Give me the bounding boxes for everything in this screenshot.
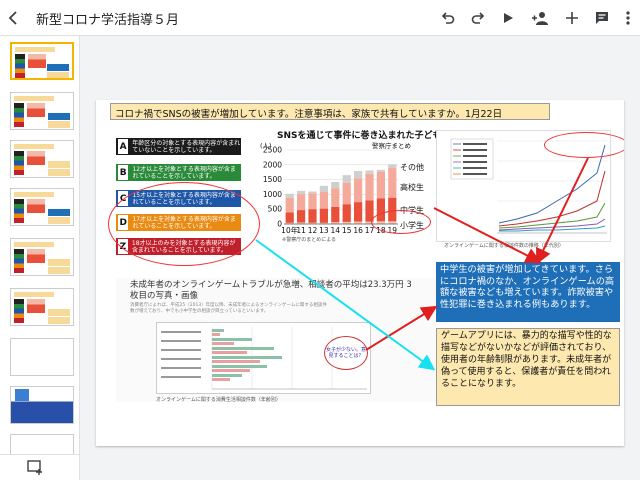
bar-segment bbox=[353, 178, 363, 203]
bar-segment bbox=[365, 173, 374, 201]
slides-app: 新型コロナ学活指導５月 1 bbox=[0, 0, 640, 480]
red-ellipse-annotation[interactable] bbox=[108, 182, 260, 266]
legend-item: その他 bbox=[400, 163, 424, 172]
bar-segment bbox=[365, 170, 374, 174]
cero-rating-icon: A bbox=[118, 139, 129, 154]
filmstrip-footer bbox=[0, 454, 80, 480]
x-tick-label: 11 bbox=[296, 226, 306, 235]
bar-segment bbox=[388, 168, 397, 198]
x-tick-label: 13 bbox=[319, 226, 329, 235]
bar-segment bbox=[285, 193, 294, 198]
hbar-caption: オンラインゲームに関する消費生活相談件数（年齢別） bbox=[156, 397, 281, 403]
y-tick-label: 2000 bbox=[263, 160, 282, 169]
cero-rating-icon: B bbox=[118, 165, 129, 180]
bar-segment bbox=[342, 204, 351, 222]
slide-thumbnail[interactable]: 1 bbox=[10, 42, 74, 80]
rating-label: 年齢区分の対象とする表現内容が含まれていないことを示しています。 bbox=[132, 139, 241, 154]
slide-title-box[interactable]: コロナ禍でSNSの被害が増加しています。注意事項は、家族で共有していますか。1月… bbox=[110, 103, 550, 120]
slide-thumbnail[interactable] bbox=[10, 188, 74, 226]
bar-segment bbox=[388, 164, 397, 169]
bar-segment bbox=[331, 188, 340, 207]
bar-segment bbox=[376, 171, 386, 199]
rating-row-a: A 年齢区分の対象とする表現内容が含まれていないことを示しています。 bbox=[116, 138, 241, 155]
add-person-icon[interactable] bbox=[526, 4, 554, 32]
x-tick-label: 15 bbox=[342, 226, 352, 235]
y-tick-label: 500 bbox=[268, 205, 283, 214]
bar-segment bbox=[331, 206, 340, 223]
rating-row-b: B 12才以上を対象とする表現内容が含まれていることを示しています。 bbox=[116, 164, 241, 181]
bar-segment bbox=[376, 169, 386, 172]
back-arrow-icon[interactable] bbox=[0, 4, 28, 32]
bar-segment bbox=[342, 182, 351, 205]
top-toolbar: 新型コロナ学活指導５月 bbox=[0, 0, 640, 36]
bar-segment bbox=[342, 175, 351, 183]
bar-segment bbox=[308, 193, 317, 210]
slide-filmstrip[interactable]: 1 bbox=[0, 36, 80, 454]
y-tick-label: 2500 bbox=[263, 146, 282, 155]
more-vert-icon[interactable] bbox=[614, 4, 640, 32]
blue-textbox[interactable]: 中学生の被害が増加してきています。さらにコロナ禍のなか、オンラインゲームの高額な… bbox=[436, 262, 620, 322]
x-tick-label: 14 bbox=[331, 226, 341, 235]
slide-canvas[interactable]: コロナ禍でSNSの被害が増加しています。注意事項は、家族で共有していますか。1月… bbox=[80, 36, 640, 480]
bar-segment bbox=[331, 181, 340, 189]
rating-label: 12才以上を対象とする表現内容が含まれていることを示しています。 bbox=[132, 165, 236, 180]
red-ellipse-annotation[interactable] bbox=[371, 210, 431, 234]
bar-segment bbox=[296, 190, 306, 195]
slide-thumbnail[interactable] bbox=[10, 386, 74, 424]
bar-segment bbox=[319, 185, 329, 193]
slide-thumbnail[interactable] bbox=[10, 288, 74, 326]
slide-thumbnail[interactable] bbox=[10, 434, 74, 454]
bar-segment bbox=[285, 197, 294, 213]
article-heading: 未成年者のオンラインゲームトラブルが急増、相談者の平均は23.3万円 3枚目の写… bbox=[130, 280, 412, 301]
bar-segment bbox=[353, 221, 363, 224]
bar-segment bbox=[319, 192, 329, 209]
bar-segment bbox=[308, 209, 317, 223]
slide-thumbnail[interactable] bbox=[10, 92, 74, 130]
slide[interactable]: コロナ禍でSNSの被害が増加しています。注意事項は、家族で共有していますか。1月… bbox=[96, 100, 624, 446]
redo-icon[interactable] bbox=[464, 4, 492, 32]
yellow-textbox[interactable]: ゲームアプリには、暴力的な描写や性的な描写などがないかなどが評価されており、使用… bbox=[436, 328, 620, 406]
bar-segment bbox=[308, 191, 317, 194]
undo-icon[interactable] bbox=[434, 4, 462, 32]
play-icon[interactable] bbox=[494, 4, 522, 32]
article-body: 消費者庁によれば、平成25（2013）年度以降、未成年者によるオンラインゲームに… bbox=[130, 303, 327, 314]
bar-segment bbox=[353, 202, 363, 222]
y-tick-label: 1000 bbox=[263, 190, 282, 199]
bar-segment bbox=[285, 212, 294, 223]
line-chart-caption: オンラインゲームに関する相談件数の推移（年代別） bbox=[444, 243, 564, 249]
x-tick-label: 16 bbox=[353, 226, 363, 235]
chart-caption: ※警察庁のまとめによる bbox=[282, 237, 337, 243]
legend-item: 高校生 bbox=[400, 183, 424, 192]
x-tick-label: 12 bbox=[308, 226, 318, 235]
bar-segment bbox=[296, 210, 306, 223]
slide-thumbnail[interactable] bbox=[10, 140, 74, 178]
slide-thumbnail[interactable] bbox=[10, 238, 74, 276]
bar-segment bbox=[353, 171, 363, 179]
red-ellipse-annotation[interactable] bbox=[544, 132, 624, 158]
ellipse-callout-note[interactable]: 女子が少ない。意見することは？ bbox=[324, 336, 368, 370]
bar-segment bbox=[319, 208, 329, 223]
bar-chart[interactable]: SNSを通じて事件に巻き込まれた子ども (人) 警察庁まとめ 0 500 1000 1… bbox=[252, 124, 442, 240]
comment-icon[interactable] bbox=[588, 4, 616, 32]
new-slide-icon[interactable] bbox=[26, 459, 44, 477]
bar-segment bbox=[296, 194, 306, 211]
x-tick-label: 17 bbox=[365, 226, 375, 235]
plus-icon[interactable] bbox=[558, 4, 586, 32]
slide-thumbnail[interactable] bbox=[10, 338, 74, 376]
document-title[interactable]: 新型コロナ学活指導５月 bbox=[36, 9, 179, 28]
y-tick-label: 1500 bbox=[263, 175, 282, 184]
